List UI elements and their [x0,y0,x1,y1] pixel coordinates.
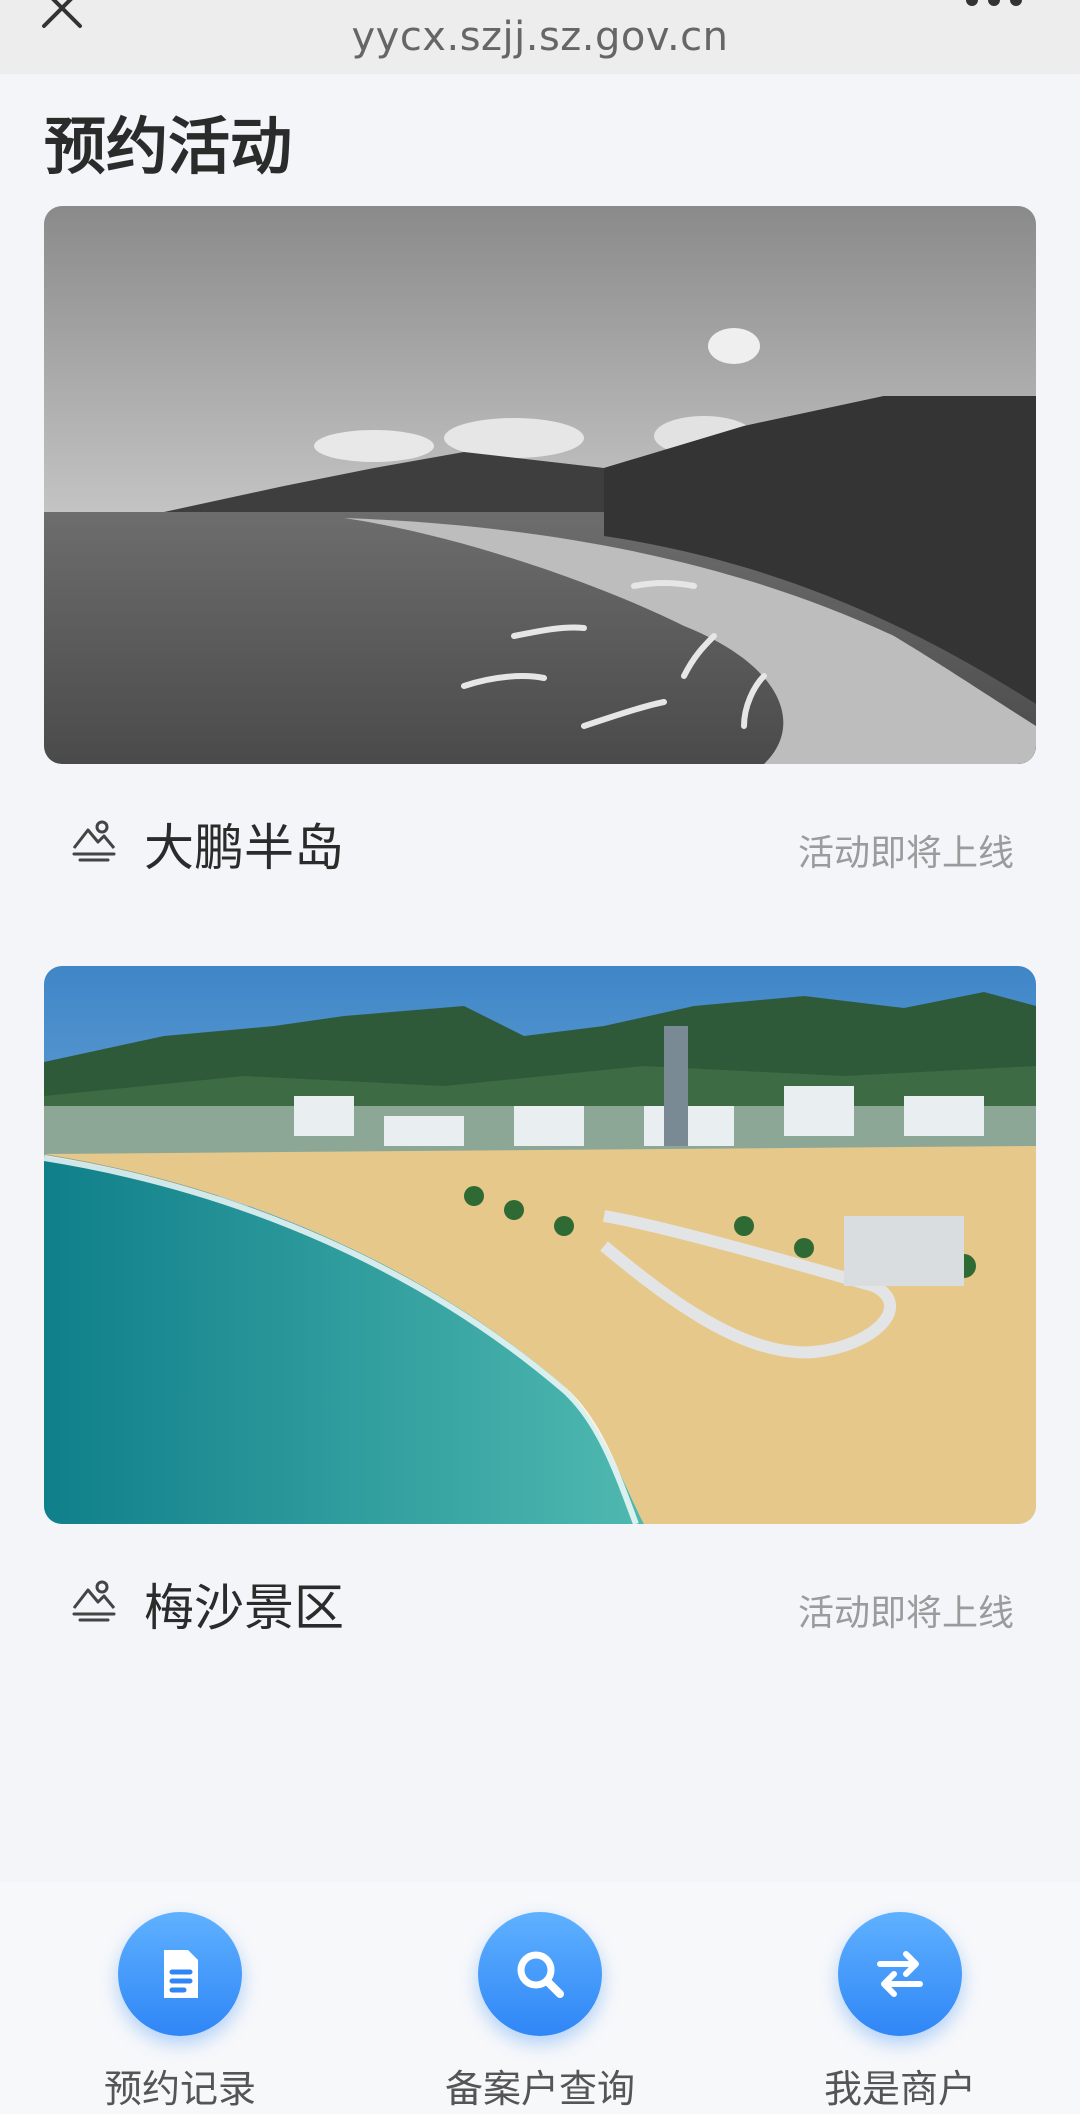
nav-reservation-records[interactable]: 预约记录 [30,1882,330,2114]
nav-label: 预约记录 [103,2067,256,2111]
activity-row-meisha[interactable]: 梅沙景区 活动即将上线 [44,1556,1036,1646]
activity-name: 梅沙景区 [144,1579,344,1637]
document-icon[interactable] [118,1912,242,2036]
swap-icon[interactable] [838,1912,962,2036]
bottom-navigation: 预约记录 备案户查询 我是商户 [0,1882,1080,2114]
search-icon[interactable] [478,1912,602,2036]
activity-image-meisha[interactable] [44,966,1036,1524]
scenery-icon [72,820,116,862]
activity-image-dapeng[interactable] [44,206,1036,764]
nav-label: 我是商户 [823,2067,976,2111]
activity-row-dapeng[interactable]: 大鹏半岛 活动即将上线 [44,796,1036,886]
browser-top-bar: yycx.szjj.sz.gov.cn [0,0,1080,74]
activity-status: 活动即将上线 [797,1593,1014,1634]
activity-name: 大鹏半岛 [144,819,344,877]
nav-filing-query[interactable]: 备案户查询 [390,1882,690,2114]
nav-merchant[interactable]: 我是商户 [750,1882,1050,2114]
more-icon[interactable] [964,0,1024,10]
activity-status: 活动即将上线 [797,833,1014,874]
scenery-icon [72,1580,116,1622]
url-text: yycx.szjj.sz.gov.cn [351,14,729,60]
nav-label: 备案户查询 [444,2067,635,2111]
page-title: 预约活动 [44,110,293,183]
